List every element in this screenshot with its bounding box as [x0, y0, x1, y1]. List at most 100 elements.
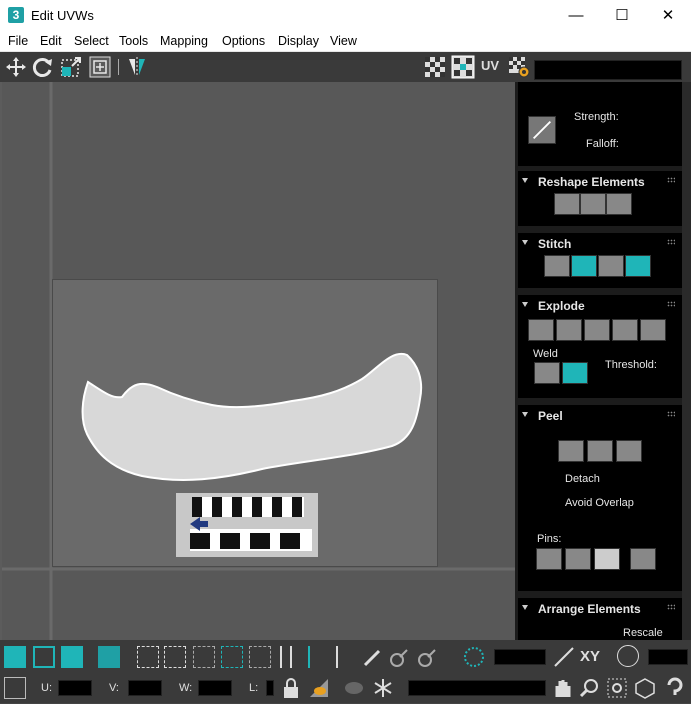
loop-shrink-icon[interactable]	[336, 646, 358, 668]
texture-dropdown[interactable]	[534, 60, 682, 80]
pivot-value[interactable]	[648, 649, 688, 665]
menu-select[interactable]: Select	[74, 34, 109, 48]
collapse-arrow-icon[interactable]	[522, 302, 528, 307]
straighten-selection-icon[interactable]	[554, 193, 580, 215]
maximize-button[interactable]: ☐	[599, 0, 645, 31]
relax-settings-icon[interactable]	[606, 193, 632, 215]
weld-target-icon[interactable]	[534, 362, 560, 384]
collapse-arrow-icon[interactable]	[522, 605, 528, 610]
close-button[interactable]: ✕	[645, 0, 691, 31]
peel-title[interactable]: Peel	[538, 409, 563, 423]
grip-icon[interactable]	[667, 239, 675, 245]
rollout-peel: Peel Detach Avoid Overlap Pins:	[518, 405, 683, 591]
explode-title[interactable]: Explode	[538, 299, 585, 313]
falloff-icon[interactable]	[553, 646, 575, 668]
hide-elements-icon[interactable]	[343, 677, 365, 699]
pivot-icon[interactable]	[617, 645, 639, 667]
select-pins-icon[interactable]	[630, 548, 656, 570]
stitch-custom-icon[interactable]	[544, 255, 570, 277]
grip-icon[interactable]	[667, 177, 675, 183]
break-icon[interactable]	[528, 319, 554, 341]
detach-edge-icon[interactable]	[556, 319, 582, 341]
loop-select-icon[interactable]	[280, 646, 292, 668]
freeze-icon[interactable]	[372, 677, 394, 699]
v-field[interactable]	[128, 680, 162, 696]
menu-edit[interactable]: Edit	[40, 34, 62, 48]
uv-editor-viewport[interactable]	[0, 82, 515, 640]
element-select-icon[interactable]	[98, 646, 120, 668]
paint-select-icon[interactable]	[362, 646, 384, 668]
pin-icon[interactable]	[536, 548, 562, 570]
freeform-icon[interactable]	[88, 55, 112, 79]
weld-selected-icon[interactable]	[562, 362, 588, 384]
u-field[interactable]	[58, 680, 92, 696]
arrange-elements-title[interactable]: Arrange Elements	[538, 602, 641, 616]
shrink-selection-icon[interactable]	[164, 646, 186, 668]
stitch-average-icon[interactable]	[598, 255, 624, 277]
soft-selection-icon[interactable]	[463, 646, 485, 668]
strength-label: Strength:	[574, 111, 619, 123]
auto-pin-icon[interactable]	[594, 548, 620, 570]
panel-scrollbar[interactable]	[682, 82, 691, 640]
threshold-label: Threshold:	[605, 359, 657, 371]
u-label: U:	[41, 682, 52, 694]
scale-icon[interactable]	[59, 55, 83, 79]
selection-filter-field[interactable]	[408, 680, 546, 696]
soft-selection-value[interactable]	[494, 649, 546, 665]
collapse-arrow-icon[interactable]	[522, 240, 528, 245]
menu-mapping[interactable]: Mapping	[160, 34, 208, 48]
absolute-mode-icon[interactable]	[4, 677, 26, 699]
menu-file[interactable]: File	[8, 34, 28, 48]
unpin-icon[interactable]	[565, 548, 591, 570]
flatten-by-smoothing-icon[interactable]	[612, 319, 638, 341]
paint-grow-icon[interactable]	[388, 646, 410, 668]
stitch-title[interactable]: Stitch	[538, 237, 571, 251]
l-field[interactable]	[266, 680, 274, 696]
menu-bar: File Edit Select Tools Mapping Options D…	[0, 31, 691, 52]
snap-icon[interactable]	[663, 677, 685, 699]
checker-on-icon[interactable]	[451, 55, 475, 79]
stitch-to-source-icon[interactable]	[625, 255, 651, 277]
pan-icon[interactable]	[551, 677, 573, 699]
paint-brush-icon[interactable]	[528, 116, 556, 144]
texture-settings-icon[interactable]	[507, 55, 531, 79]
rotate-icon[interactable]	[31, 55, 55, 79]
grow-selection-icon[interactable]	[137, 646, 159, 668]
zoom-region-icon[interactable]	[606, 677, 628, 699]
edge-select-icon[interactable]	[33, 646, 55, 668]
w-field[interactable]	[198, 680, 232, 696]
zoom-extents-icon[interactable]	[634, 677, 656, 699]
lock-icon[interactable]	[280, 677, 302, 699]
reset-peel-icon[interactable]	[616, 440, 642, 462]
ring-grow-icon[interactable]	[221, 646, 243, 668]
grip-icon[interactable]	[667, 604, 675, 610]
move-icon[interactable]	[4, 55, 28, 79]
quick-peel-icon[interactable]	[558, 440, 584, 462]
zoom-icon[interactable]	[578, 677, 600, 699]
stitch-to-target-icon[interactable]	[571, 255, 597, 277]
menu-options[interactable]: Options	[222, 34, 265, 48]
collapse-arrow-icon[interactable]	[522, 178, 528, 183]
peel-mode-icon[interactable]	[587, 440, 613, 462]
collapse-arrow-icon[interactable]	[522, 412, 528, 417]
loop-grow-icon[interactable]	[308, 646, 330, 668]
menu-view[interactable]: View	[330, 34, 357, 48]
vertex-select-icon[interactable]	[4, 646, 26, 668]
flatten-by-polygon-icon[interactable]	[584, 319, 610, 341]
mirror-icon[interactable]	[125, 55, 149, 79]
flatten-by-material-icon[interactable]	[640, 319, 666, 341]
ring-select-icon[interactable]	[193, 646, 215, 668]
grip-icon[interactable]	[667, 301, 675, 307]
grip-icon[interactable]	[667, 411, 675, 417]
hide-icon[interactable]	[308, 677, 330, 699]
minimize-button[interactable]: —	[553, 0, 599, 31]
ring-shrink-icon[interactable]	[249, 646, 271, 668]
menu-display[interactable]: Display	[278, 34, 319, 48]
reshape-elements-title[interactable]: Reshape Elements	[538, 175, 645, 189]
checker-off-icon[interactable]	[423, 55, 447, 79]
menu-tools[interactable]: Tools	[119, 34, 148, 48]
polygon-select-icon[interactable]	[61, 646, 83, 668]
paint-shrink-icon[interactable]	[416, 646, 438, 668]
relax-icon[interactable]	[580, 193, 606, 215]
xy-label[interactable]: XY	[580, 648, 600, 665]
